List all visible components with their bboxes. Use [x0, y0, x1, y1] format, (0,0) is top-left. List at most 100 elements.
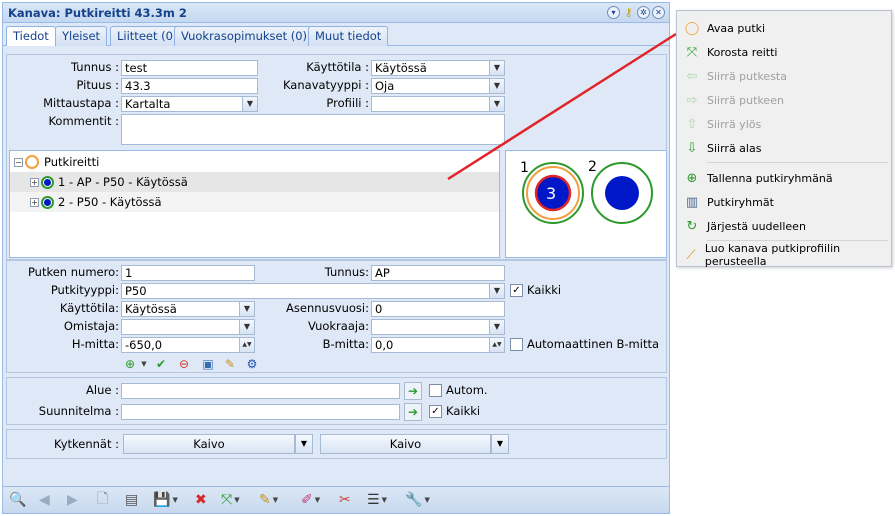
menu-item-avaa-putki[interactable]: ◯ Avaa putki [677, 16, 891, 40]
tree-root[interactable]: − Putkireitti [10, 152, 499, 172]
tab-muut-tiedot[interactable]: Muut tiedot [308, 26, 389, 46]
draw-icon[interactable]: ✐ ▼ [301, 491, 320, 509]
tab-yleiset[interactable]: Yleiset [55, 26, 108, 46]
profiili-select[interactable]: ▼ [371, 96, 505, 112]
delete-icon[interactable]: ✖ [195, 491, 207, 509]
split-icon[interactable]: ✂ [339, 491, 351, 509]
kayttotila-select[interactable]: Käytössä ▼ [371, 60, 505, 76]
chevron-down-icon[interactable]: ▼ [489, 61, 504, 75]
tunnus-input[interactable]: test [121, 60, 258, 76]
menu-item-jarjesta-uudelleen[interactable]: ↻ Järjestä uudelleen [677, 214, 891, 238]
expand-icon[interactable]: + [30, 197, 39, 207]
highlight-route-icon[interactable]: ⤧ ▼ [221, 491, 240, 509]
menu-separator [707, 240, 888, 241]
expand-icon[interactable]: + [30, 177, 39, 187]
window-icon[interactable]: ▣ [199, 355, 217, 373]
automaattinen-b-checkbox[interactable] [510, 338, 523, 351]
hmitta-spinner[interactable]: -650,0 ▲▼ [121, 337, 255, 353]
settings-icon[interactable]: ✲ [637, 6, 650, 19]
chevron-down-icon[interactable]: ▼ [242, 97, 257, 111]
kaikki-checkbox[interactable]: ✓ [510, 284, 523, 297]
arrows-in-icon: ⤧ [686, 44, 698, 60]
tree-item[interactable]: + 1 - AP - P50 - Käytössä [10, 172, 499, 192]
chevron-down-icon[interactable]: ▼ [239, 320, 254, 334]
bmitta-spinner[interactable]: 0,0 ▲▼ [371, 337, 505, 353]
chevron-down-icon[interactable]: ▼ [239, 302, 254, 316]
chevron-down-icon[interactable]: ▼ [135, 355, 153, 373]
kommentit-label: Kommentit : [48, 114, 119, 128]
tree-item[interactable]: + 2 - P50 - Käytössä [10, 192, 499, 212]
pipe-tunnus-input[interactable]: AP [371, 265, 505, 281]
menu-item-siirra-putkesta: ⇦ Siirrä putkesta [677, 64, 891, 88]
previous-icon[interactable]: ◀ [39, 491, 50, 509]
list-icon[interactable]: ▤ [125, 491, 138, 509]
vuokraaja-select[interactable]: ▼ [371, 319, 505, 335]
accept-icon[interactable]: ✔ [152, 355, 170, 373]
tab-bar: Tiedot Yleiset Liitteet (0) Vuokrasopimu… [3, 24, 669, 46]
menu-item-siirra-ylos: ⇧ Siirrä ylös [677, 112, 891, 136]
putkityyppi-select[interactable]: P50 ▼ [121, 283, 505, 299]
select-area-icon[interactable]: ➔ [404, 382, 422, 400]
remove-icon[interactable]: ⊖ [175, 355, 193, 373]
menu-item-siirra-putkeen: ⇨ Siirrä putkeen [677, 88, 891, 112]
collapse-icon[interactable]: − [14, 157, 23, 167]
kommentit-textarea[interactable] [121, 114, 505, 145]
tree-item-label: 2 - P50 - Käytössä [58, 195, 162, 209]
hmitta-label: H-mitta: [71, 337, 119, 351]
save-icon[interactable]: 💾 ▼ [153, 491, 178, 509]
pituus-input[interactable]: 43.3 [121, 78, 258, 94]
kanavatyyppi-select[interactable]: Oja ▼ [371, 78, 505, 94]
circle-outline-icon [25, 155, 39, 169]
asennusvuosi-input[interactable]: 0 [371, 301, 505, 317]
new-document-icon[interactable]: 🗋 [97, 491, 108, 509]
select-plan-icon[interactable]: ➔ [404, 403, 422, 421]
omistaja-select[interactable]: ▼ [121, 319, 255, 335]
tab-vuokrasopimukset[interactable]: Vuokrasopimukset (0) [174, 26, 315, 46]
menu-item-putkiryhmat[interactable]: ▥ Putkiryhmät [677, 190, 891, 214]
wand-icon[interactable]: ✎ [221, 355, 239, 373]
menu-item-tallenna-putkiryhmana[interactable]: ⊕ Tallenna putkiryhmänä [677, 166, 891, 190]
menu-list-icon[interactable]: ☰ ▼ [367, 491, 387, 509]
putken-numero-input[interactable]: 1 [121, 265, 255, 281]
kytkennat-label: Kytkennät : [53, 437, 119, 451]
ruler-icon: ⟋ [686, 247, 696, 263]
context-menu: ◯ Avaa putki ⤧ Korosta reitti ⇦ Siirrä p… [676, 10, 892, 268]
collapse-icon[interactable]: ▾ [607, 6, 620, 19]
chevron-down-icon[interactable]: ▼ [295, 434, 313, 454]
chevron-down-icon[interactable]: ▼ [489, 79, 504, 93]
arrow-left-icon: ⇦ [686, 68, 698, 84]
kanavatyyppi-label: Kanavatyyppi : [282, 78, 369, 92]
menu-item-siirra-alas[interactable]: ⇩ Siirrä alas [677, 136, 891, 160]
suunnitelma-input[interactable] [121, 404, 400, 420]
alue-input[interactable] [121, 383, 400, 399]
search-icon[interactable]: 🔍 [9, 491, 26, 509]
spinner-icon[interactable]: ▲▼ [489, 338, 504, 352]
pipe-kayttotila-value: Käytössä [125, 302, 177, 316]
kytkenta-right-button[interactable]: Kaivo [320, 434, 491, 454]
next-icon[interactable]: ▶ [67, 491, 78, 509]
chevron-down-icon[interactable]: ▼ [489, 97, 504, 111]
pipe-settings-icon[interactable]: ⚙ [243, 355, 261, 373]
tree-root-label: Putkireitti [44, 155, 100, 169]
mittaustapa-value: Kartalta [125, 97, 171, 111]
chevron-down-icon[interactable]: ▼ [491, 434, 509, 454]
wand-icon[interactable]: ✎ ▼ [259, 491, 278, 509]
autom-checkbox[interactable] [429, 384, 442, 397]
menu-item-korosta-reitti[interactable]: ⤧ Korosta reitti [677, 40, 891, 64]
pipe-cross-section [522, 162, 653, 224]
chevron-down-icon[interactable]: ▼ [489, 284, 504, 298]
key-icon[interactable]: ⚷ [622, 6, 635, 19]
close-icon[interactable]: ✕ [652, 6, 665, 19]
asennusvuosi-label: Asennusvuosi: [286, 301, 369, 315]
pipe-kayttotila-select[interactable]: Käytössä ▼ [121, 301, 255, 317]
tools-icon[interactable]: 🔧 ▼ [405, 491, 430, 509]
chevron-down-icon[interactable]: ▼ [489, 320, 504, 334]
channel-window: Kanava: Putkireitti 43.3m 2 ▾ ⚷ ✲ ✕ Tied… [2, 2, 670, 514]
spinner-icon[interactable]: ▲▼ [239, 338, 254, 352]
omistaja-label: Omistaja: [63, 319, 119, 333]
menu-item-luo-kanava[interactable]: ⟋ Luo kanava putkiprofiilin perusteella [677, 242, 891, 268]
kytkenta-left-button[interactable]: Kaivo [123, 434, 295, 454]
mittaustapa-select[interactable]: Kartalta ▼ [121, 96, 258, 112]
tab-tiedot[interactable]: Tiedot [6, 26, 56, 46]
suunnitelma-kaikki-checkbox[interactable]: ✓ [429, 405, 442, 418]
